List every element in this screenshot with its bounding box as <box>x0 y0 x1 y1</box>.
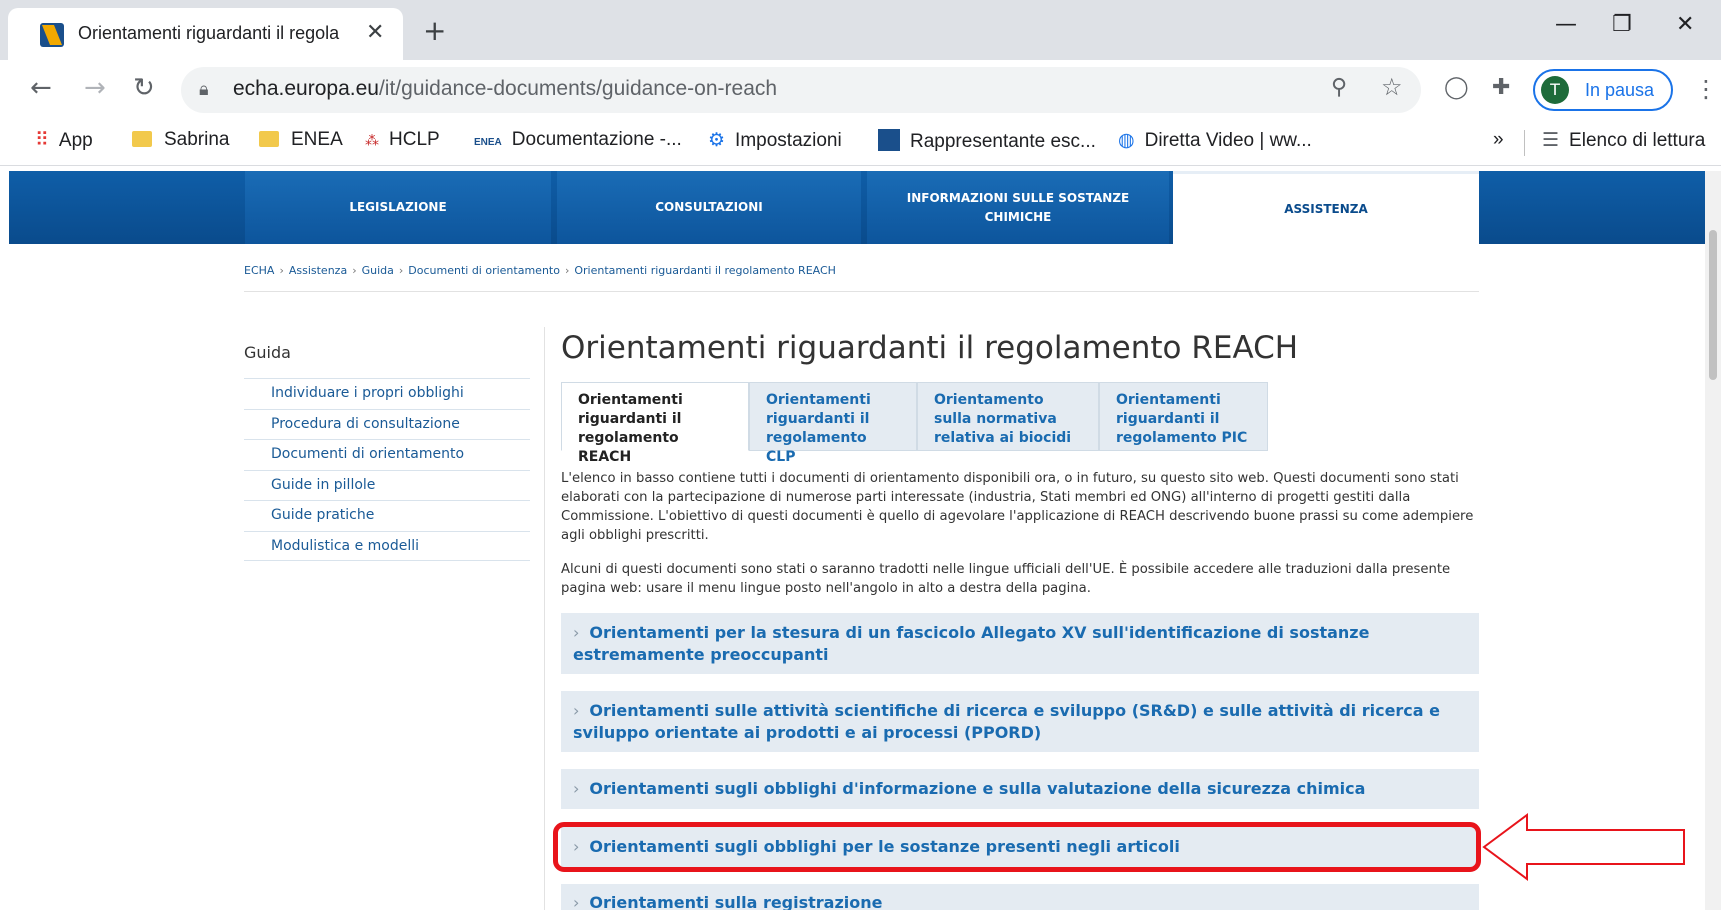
breadcrumb-current[interactable]: Orientamenti riguardanti il regolamento … <box>574 264 836 277</box>
sidebar-item-documenti-orientamento[interactable]: Documenti di orientamento <box>244 439 530 470</box>
bookmarks-divider <box>1524 130 1525 156</box>
content-divider <box>544 327 545 910</box>
chevron-right-icon: › <box>573 700 580 720</box>
chevron-right-icon: › <box>573 622 580 642</box>
accordion-obblighi-informazione[interactable]: › Orientamenti sugli obblighi d'informazi… <box>561 769 1479 809</box>
bookmark-sabrina[interactable]: Sabrina <box>132 129 230 151</box>
bookmarks-bar: ⠿ App Sabrina ENEA ⁂ HCLP ENEA Documentazio… <box>0 120 1721 166</box>
lock-icon[interactable]: 🔒︎ <box>199 79 209 100</box>
nav-informazioni-sostanze[interactable]: INFORMAZIONI SULLE SOSTANZE CHIMICHE <box>867 171 1169 244</box>
enea-logo-icon: ENEA <box>474 137 502 148</box>
reload-icon[interactable]: ↻ <box>133 73 155 103</box>
zoom-icon[interactable]: ⚲ <box>1331 75 1347 100</box>
bookmarks-overflow[interactable]: » <box>1493 129 1504 151</box>
sidebar-item-modulistica[interactable]: Modulistica e modelli <box>244 530 530 561</box>
browser-tab-strip: Orientamenti riguardanti il regola ✕ + —… <box>0 0 1721 60</box>
minimize-icon[interactable]: — <box>1555 12 1577 37</box>
scrollbar-thumb[interactable] <box>1709 230 1717 380</box>
extensions-puzzle-icon[interactable]: ✚ <box>1492 75 1510 100</box>
globe-icon: ◍ <box>1118 130 1135 151</box>
bookmark-documentazione[interactable]: ENEA Documentazione -... <box>474 129 682 151</box>
close-window-icon[interactable]: ✕ <box>1676 12 1694 37</box>
folder-icon <box>132 131 152 147</box>
browser-toolbar: ← → ↻ 🔒︎ echa.europa.eu/it/guidance-docu… <box>0 60 1721 120</box>
breadcrumb-assistenza[interactable]: Assistenza <box>289 264 347 277</box>
reading-list-button[interactable]: ☰ Elenco di lettura <box>1542 129 1705 152</box>
tab-reach[interactable]: Orientamenti riguardanti il regolamento … <box>561 382 749 465</box>
apps-grid-icon: ⠿ <box>35 130 49 151</box>
new-tab-button[interactable]: + <box>423 14 446 47</box>
browser-tab[interactable]: Orientamenti riguardanti il regola ✕ <box>8 8 403 60</box>
avatar: T <box>1541 76 1569 104</box>
bookmark-hclp[interactable]: ⁂ HCLP <box>365 129 440 151</box>
browser-menu-icon[interactable]: ⋮ <box>1694 75 1718 103</box>
breadcrumb-echa[interactable]: ECHA <box>244 264 274 277</box>
address-bar[interactable]: 🔒︎ echa.europa.eu/it/guidance-documents/… <box>181 67 1421 113</box>
breadcrumb-guida[interactable]: Guida <box>362 264 394 277</box>
intro-paragraph: L'elenco in basso contiene tutti i docum… <box>561 471 1474 543</box>
profile-status: In pausa <box>1585 80 1655 100</box>
profile-button[interactable]: T In pausa <box>1533 69 1673 111</box>
hclp-logo-icon: ⁂ <box>365 132 379 148</box>
sidebar-title: Guida <box>244 343 291 362</box>
breadcrumb-divider <box>244 291 1479 292</box>
url-text: echa.europa.eu/it/guidance-documents/gui… <box>233 77 778 100</box>
accordion-srd-ppord[interactable]: › Orientamenti sulle attività scientifich… <box>561 691 1479 752</box>
bookmark-impostazioni[interactable]: ⚙ Impostazioni <box>708 129 842 152</box>
tab-title: Orientamenti riguardanti il regola <box>78 23 340 43</box>
sidebar-item-guide-pratiche[interactable]: Guide pratiche <box>244 500 530 531</box>
extension-circle-icon[interactable]: ◯ <box>1444 75 1469 100</box>
tab-clp[interactable]: Orientamenti riguardanti il regolamento … <box>749 382 917 465</box>
reading-list-icon: ☰ <box>1542 130 1560 151</box>
accordion-registrazione[interactable]: › Orientamenti sulla registrazione <box>561 884 1479 910</box>
tab-pic[interactable]: Orientamenti riguardanti il regolamento … <box>1099 382 1268 451</box>
bookmark-app[interactable]: ⠿ App <box>35 129 93 152</box>
chevron-right-icon: › <box>573 779 580 798</box>
tab-close-icon[interactable]: ✕ <box>366 20 384 45</box>
gear-icon: ⚙ <box>708 130 726 151</box>
highlight-box <box>553 822 1481 872</box>
bookmark-enea[interactable]: ENEA <box>259 129 343 151</box>
bookmark-star-icon[interactable]: ☆ <box>1381 73 1403 101</box>
chevron-right-icon: › <box>573 893 580 910</box>
echa-favicon-icon <box>878 129 900 151</box>
breadcrumb: ECHA › Assistenza › Guida › Documenti di orien… <box>244 264 836 277</box>
site-main-nav: LEGISLAZIONE CONSULTAZIONI INFORMAZIONI … <box>9 171 1721 244</box>
breadcrumb-documenti[interactable]: Documenti di orientamento <box>408 264 560 277</box>
bookmark-diretta-video[interactable]: ◍ Diretta Video | ww... <box>1118 129 1312 152</box>
restore-icon[interactable]: ❐ <box>1612 12 1632 37</box>
nav-assistenza[interactable]: ASSISTENZA <box>1173 171 1479 244</box>
tab-biocidi[interactable]: Orientamento sulla normativa relativa ai… <box>917 382 1099 451</box>
sidebar-menu: Individuare i propri obblighi Procedura … <box>244 378 530 561</box>
nav-legislazione[interactable]: LEGISLAZIONE <box>245 171 551 244</box>
back-icon[interactable]: ← <box>30 73 52 103</box>
echa-favicon-icon <box>40 23 64 47</box>
sidebar-item-procedura-consultazione[interactable]: Procedura di consultazione <box>244 408 530 440</box>
forward-icon[interactable]: → <box>84 73 106 103</box>
translation-paragraph: Alcuni di questi documenti sono stati o … <box>561 562 1451 596</box>
folder-icon <box>259 131 279 147</box>
pointer-arrow-icon <box>1482 813 1685 881</box>
nav-consultazioni[interactable]: CONSULTAZIONI <box>557 171 861 244</box>
accordion-svhc-dossier[interactable]: › Orientamenti per la stesura di un fasci… <box>561 613 1479 674</box>
bookmark-rappresentante[interactable]: Rappresentante esc... <box>878 129 1096 153</box>
sidebar-item-individuare-obblighi[interactable]: Individuare i propri obblighi <box>244 378 530 409</box>
sidebar-item-guide-pillole[interactable]: Guide in pillole <box>244 469 530 501</box>
page-title: Orientamenti riguardanti il regolamento … <box>561 330 1299 366</box>
